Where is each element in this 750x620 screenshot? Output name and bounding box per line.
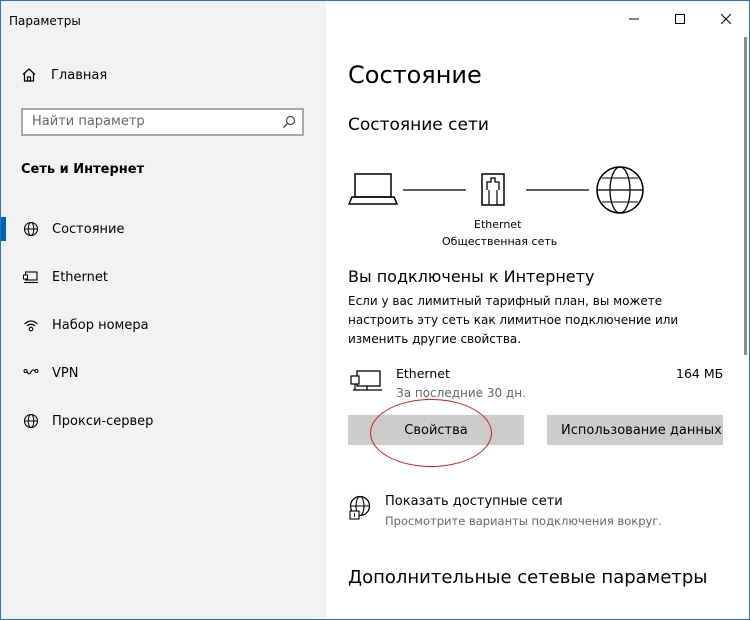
advanced-settings-title: Дополнительные сетевые параметры xyxy=(348,567,708,588)
sidebar-item-dialup[interactable]: Набор номера xyxy=(1,303,326,347)
page-title: Состояние xyxy=(348,61,482,89)
available-networks-subtitle: Просмотрите варианты подключения вокруг. xyxy=(385,514,662,528)
globe-icon xyxy=(21,221,41,237)
sidebar-item-proxy[interactable]: Прокси-сервер xyxy=(1,399,326,443)
sidebar-item-label: Состояние xyxy=(52,221,125,237)
home-icon xyxy=(22,68,36,82)
diagram-network-type: Общественная сеть xyxy=(442,235,558,248)
search-icon[interactable] xyxy=(282,115,296,129)
connection-description: Если у вас лимитный тарифный план, вы мо… xyxy=(348,294,679,346)
ethernet-port-icon xyxy=(481,173,505,206)
window-title: Параметры xyxy=(9,14,81,28)
laptop-icon xyxy=(348,173,399,205)
sidebar-item-status[interactable]: Состояние xyxy=(1,207,326,251)
sidebar-item-label: Набор номера xyxy=(52,317,149,333)
home-label: Главная xyxy=(51,67,108,83)
globe-network-icon[interactable] xyxy=(348,495,374,521)
ethernet-icon xyxy=(21,269,41,285)
globe-icon xyxy=(596,166,644,214)
section-title: Сеть и Интернет xyxy=(21,162,145,177)
selected-indicator xyxy=(1,217,6,241)
sidebar-item-label: Ethernet xyxy=(52,269,108,285)
diagram-adapter-name: Ethernet xyxy=(474,218,522,231)
vpn-icon xyxy=(21,365,41,381)
globe-icon xyxy=(21,413,41,429)
search-input[interactable] xyxy=(32,114,272,129)
scrollbar-thumb[interactable] xyxy=(744,37,747,355)
sidebar-item-vpn[interactable]: VPN xyxy=(1,351,326,395)
connected-title: Вы подключены к Интернету xyxy=(348,267,595,286)
sidebar-item-ethernet[interactable]: Ethernet xyxy=(1,255,326,299)
adapter-period: За последние 30 дн. xyxy=(396,386,526,400)
adapter-name: Ethernet xyxy=(396,366,450,381)
dialup-icon xyxy=(21,317,41,333)
ethernet-icon xyxy=(350,370,382,391)
adapter-data-used: 164 МБ xyxy=(676,366,724,381)
properties-button[interactable]: Свойства xyxy=(348,415,524,445)
sidebar-item-label: VPN xyxy=(52,365,79,381)
main-content: Состояние Состояние сети Ethernet Общест… xyxy=(348,1,749,619)
network-status-title: Состояние сети xyxy=(348,115,489,135)
search-box[interactable] xyxy=(21,108,304,136)
sidebar: Параметры Главная Сеть и Интернет xyxy=(1,1,326,619)
sidebar-item-label: Прокси-сервер xyxy=(52,413,154,429)
available-networks-link[interactable]: Показать доступные сети xyxy=(385,494,563,509)
settings-window: Параметры Главная Сеть и Интернет xyxy=(0,0,750,620)
data-usage-button[interactable]: Использование данных xyxy=(547,415,723,445)
home-link[interactable]: Главная xyxy=(21,67,107,83)
